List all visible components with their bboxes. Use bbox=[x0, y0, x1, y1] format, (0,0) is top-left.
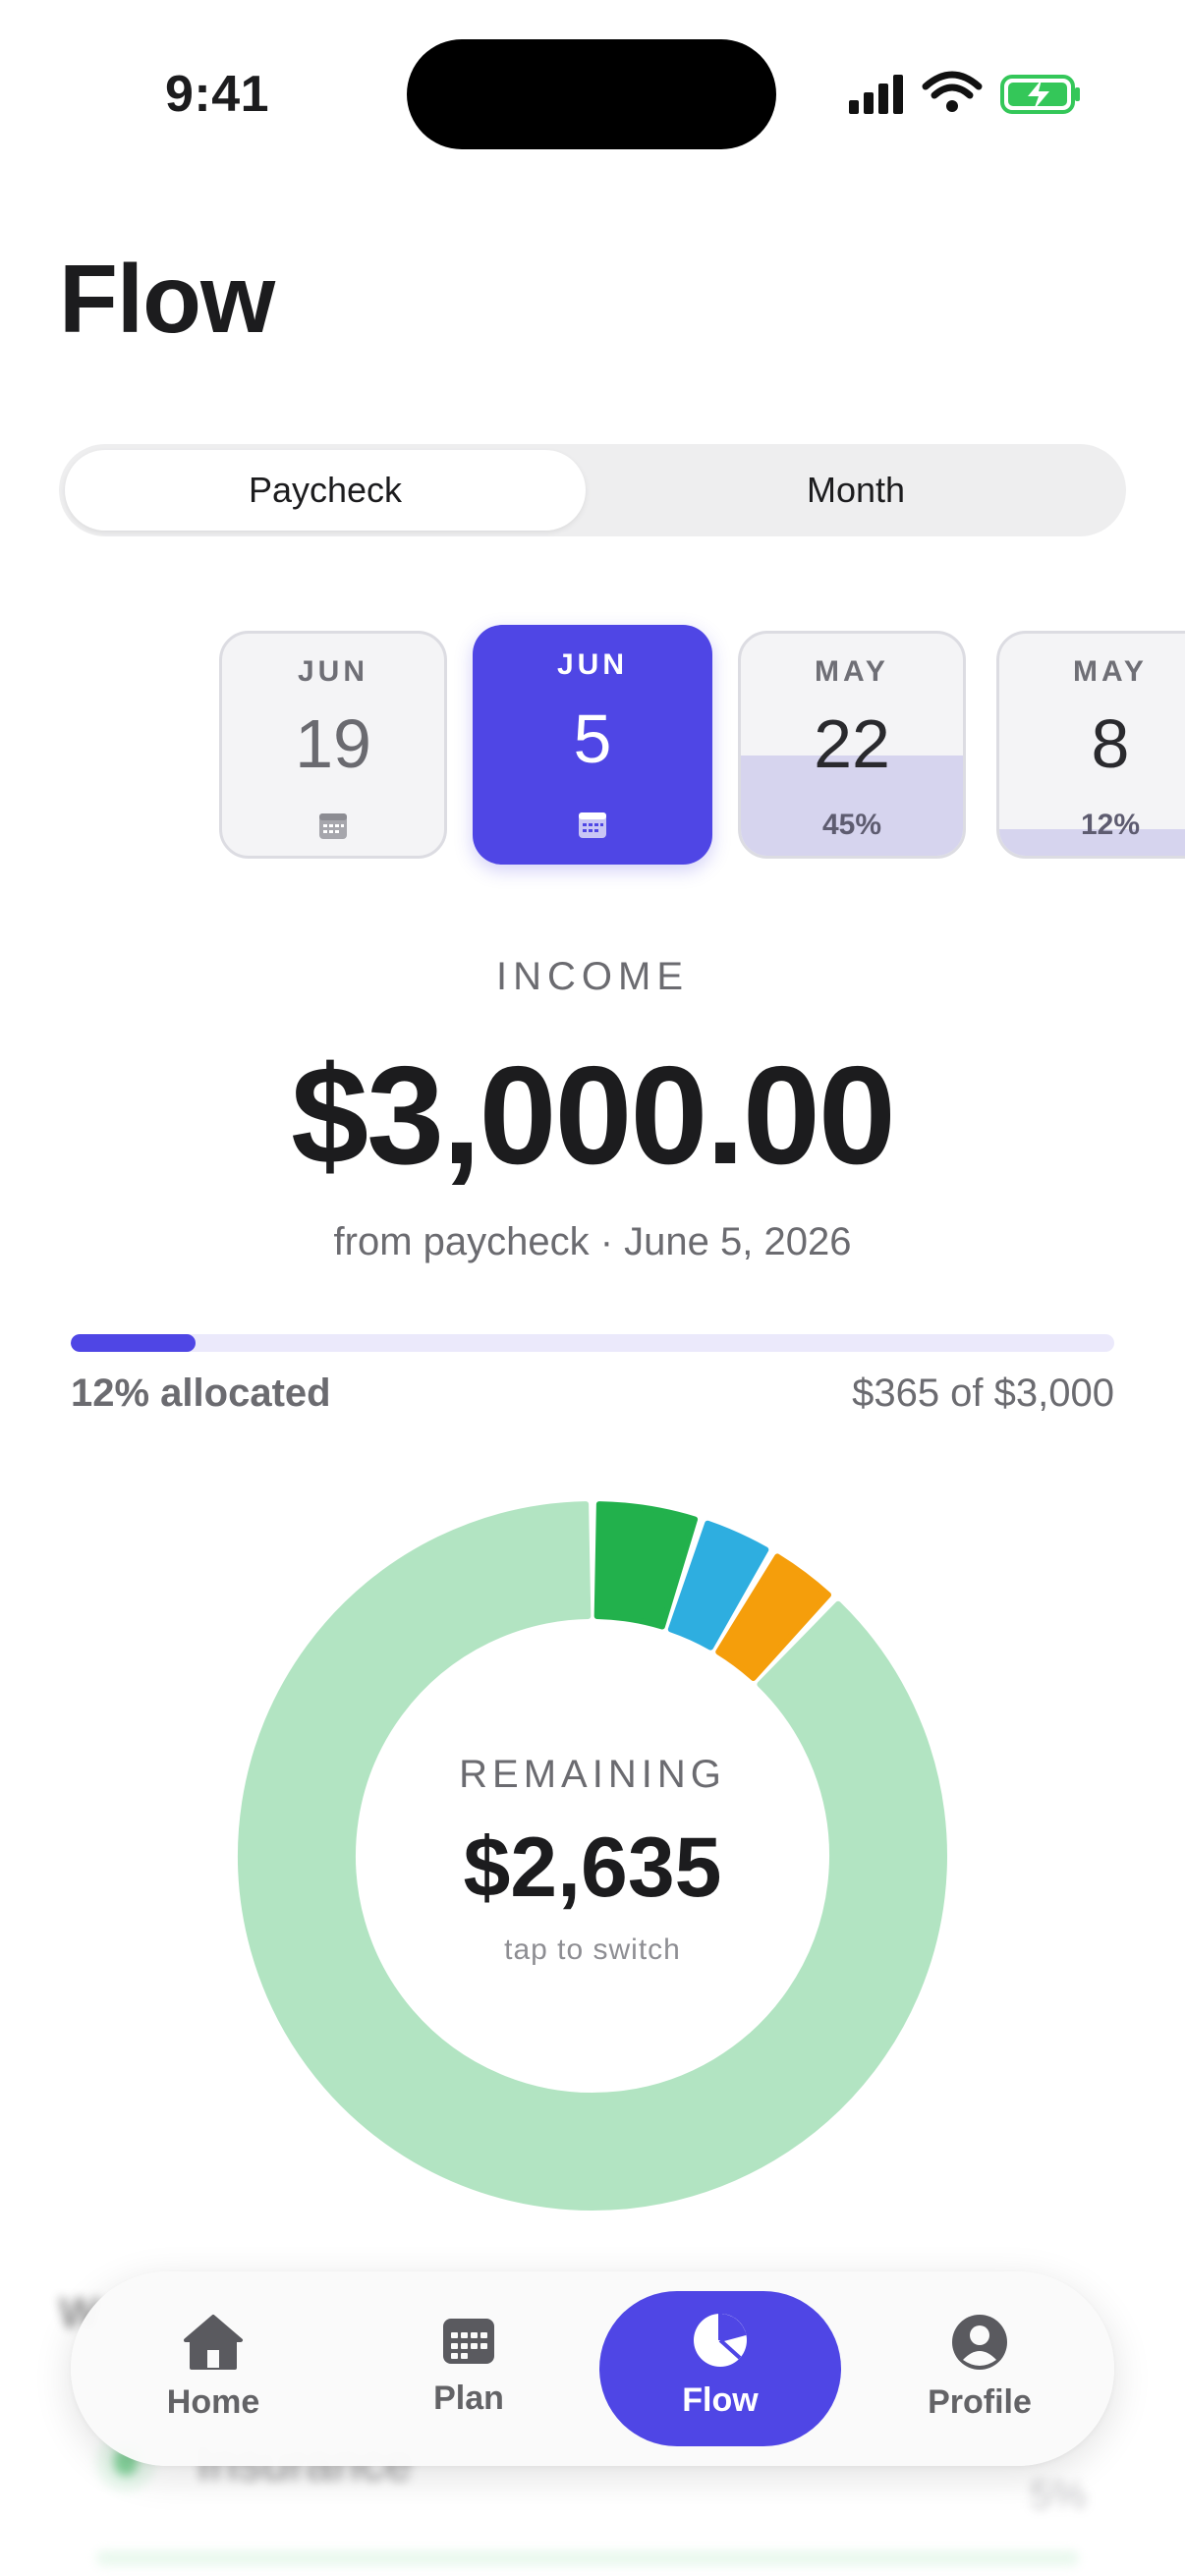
status-icons bbox=[847, 69, 1083, 118]
card-percent: 45% bbox=[821, 809, 882, 841]
segment-month[interactable]: Month bbox=[592, 450, 1120, 531]
list-item-percent: 5% bbox=[1030, 2474, 1087, 2517]
donut-center-label: REMAINING bbox=[459, 1753, 726, 1796]
calendar-icon bbox=[319, 813, 347, 839]
paycheck-card-may-8[interactable]: MAY 8 12% bbox=[996, 631, 1185, 859]
house-icon bbox=[184, 2315, 243, 2370]
card-day: 19 bbox=[295, 705, 371, 782]
tab-label: Plan bbox=[433, 2380, 504, 2417]
calendar-icon bbox=[579, 812, 606, 838]
tab-label: Flow bbox=[682, 2381, 759, 2419]
status-time: 9:41 bbox=[165, 66, 270, 123]
dynamic-island bbox=[407, 39, 776, 149]
allocation-progress-fill bbox=[71, 1334, 197, 1352]
card-month: JUN bbox=[556, 648, 628, 681]
allocated-summary: $365 of $3,000 bbox=[852, 1372, 1114, 1415]
card-percent: 12% bbox=[1080, 809, 1141, 841]
page-title: Flow bbox=[59, 245, 275, 353]
donut-center-hint: tap to switch bbox=[504, 1933, 681, 1966]
calendar-grid-icon bbox=[443, 2319, 494, 2364]
tab-label: Home bbox=[166, 2383, 260, 2421]
card-day: 8 bbox=[1091, 705, 1130, 782]
tab-home[interactable]: Home bbox=[110, 2271, 316, 2466]
card-month: JUN bbox=[297, 655, 368, 688]
donut-center-value[interactable]: $2,635 bbox=[0, 1820, 1185, 1917]
income-label: INCOME bbox=[496, 955, 689, 998]
tab-bar: Home Plan Flow Profile bbox=[71, 2271, 1114, 2466]
paycheck-card-jun-5[interactable]: JUN 5 bbox=[473, 625, 712, 865]
list-item-bar bbox=[96, 2550, 1079, 2566]
allocation-progress-bar bbox=[71, 1334, 1114, 1352]
battery-icon bbox=[1000, 75, 1080, 114]
card-month: MAY bbox=[1073, 655, 1148, 688]
paycheck-card-may-22[interactable]: MAY 22 45% bbox=[738, 631, 966, 859]
paycheck-card-jun-19[interactable]: JUN 19 bbox=[219, 631, 447, 859]
card-day: 5 bbox=[573, 700, 612, 777]
pie-chart-icon bbox=[694, 2314, 747, 2367]
allocated-percent: 12% allocated bbox=[71, 1372, 331, 1415]
signal-icon bbox=[849, 71, 1080, 114]
tab-plan[interactable]: Plan bbox=[366, 2271, 572, 2466]
person-circle-icon bbox=[952, 2315, 1007, 2370]
card-day: 22 bbox=[814, 705, 890, 782]
segment-paycheck[interactable]: Paycheck bbox=[65, 450, 586, 531]
card-month: MAY bbox=[815, 655, 889, 688]
tab-flow[interactable]: Flow bbox=[599, 2291, 841, 2446]
income-amount: $3,000.00 bbox=[291, 1037, 896, 1194]
tab-profile[interactable]: Profile bbox=[876, 2271, 1083, 2466]
income-source: from paycheck · June 5, 2026 bbox=[333, 1220, 852, 1263]
period-segmented-control: Paycheck Month bbox=[59, 444, 1126, 536]
wifi-icon bbox=[922, 71, 983, 112]
tab-label: Profile bbox=[928, 2383, 1032, 2421]
